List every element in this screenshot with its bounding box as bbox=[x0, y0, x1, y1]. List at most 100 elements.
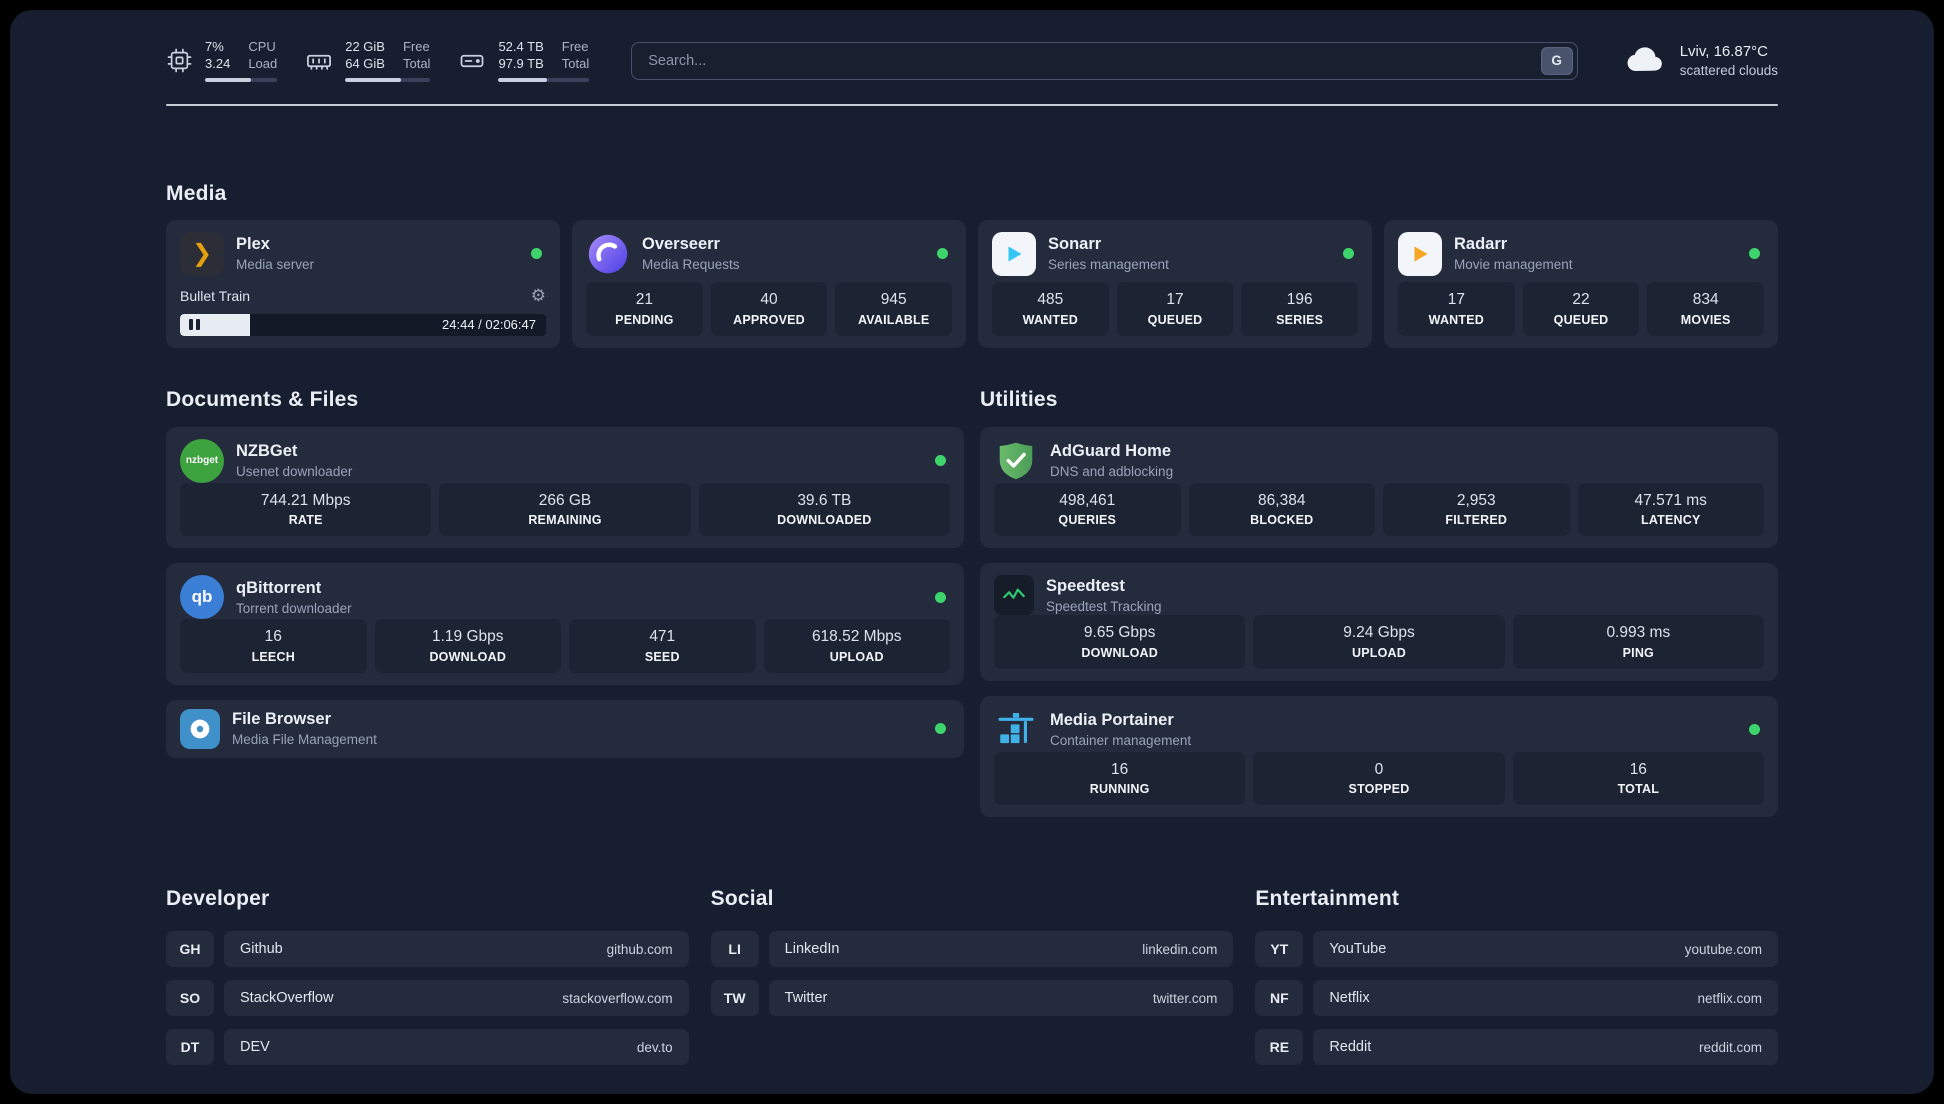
playback-progress-bar[interactable]: 24:44 / 02:06:47 bbox=[180, 313, 546, 336]
bookmark-link[interactable]: Github github.com bbox=[224, 931, 689, 968]
ram-free-label: Free bbox=[402, 39, 430, 54]
app-subtitle: Series management bbox=[1048, 257, 1169, 273]
app-name: Speedtest bbox=[1046, 576, 1125, 595]
card-filebrowser[interactable]: File Browser Media File Management bbox=[166, 699, 964, 758]
status-dot bbox=[1749, 248, 1760, 260]
radarr-icon bbox=[1398, 231, 1442, 276]
card-speedtest[interactable]: Speedtest Speedtest Tracking 9.65 Gbps D… bbox=[980, 563, 1778, 681]
stat-tile: 16 RUNNING bbox=[994, 751, 1246, 806]
app-subtitle: Media Requests bbox=[642, 257, 740, 273]
bookmark-abbr[interactable]: GH bbox=[166, 931, 214, 968]
bookmark-row-twitter: TW Twitter twitter.com bbox=[710, 980, 1234, 1017]
search-input[interactable] bbox=[631, 41, 1578, 80]
stat-tile: 2,953 FILTERED bbox=[1383, 482, 1570, 537]
card-portainer[interactable]: Media Portainer Container management 16 … bbox=[980, 695, 1778, 818]
developer-section-title: Developer bbox=[166, 887, 270, 911]
bookmarks-developer: Developer GH Github github.com SO StackO… bbox=[166, 887, 689, 1066]
app-subtitle: DNS and adblocking bbox=[1050, 464, 1174, 480]
bookmark-link[interactable]: StackOverflow stackoverflow.com bbox=[224, 980, 689, 1017]
bookmark-link[interactable]: YouTube youtube.com bbox=[1313, 931, 1778, 968]
bookmark-link[interactable]: Netflix netflix.com bbox=[1313, 980, 1778, 1017]
card-qbittorrent[interactable]: qb qBittorrent Torrent downloader 16 LEE… bbox=[166, 563, 964, 685]
social-section-title: Social bbox=[710, 887, 774, 911]
documents-section-title: Documents & Files bbox=[166, 387, 359, 411]
stat-tile: 22 QUEUED bbox=[1522, 282, 1640, 336]
bookmark-abbr[interactable]: NF bbox=[1255, 980, 1304, 1017]
bookmark-abbr[interactable]: DT bbox=[166, 1029, 214, 1066]
now-playing-title: Bullet Train bbox=[180, 287, 251, 304]
utilities-section-title: Utilities bbox=[980, 387, 1058, 411]
middle-sections: Documents & Files nzbget NZBGet Usenet d… bbox=[166, 388, 1778, 818]
status-dot bbox=[935, 591, 946, 603]
pause-button[interactable] bbox=[189, 319, 200, 331]
status-dot bbox=[1343, 248, 1354, 260]
dashboard-panel: 7% 3.24 CPU Load 22 GiB 64 GiB Free Tota… bbox=[10, 10, 1934, 1094]
bookmark-abbr[interactable]: SO bbox=[166, 980, 214, 1017]
qbittorrent-icon: qb bbox=[180, 575, 224, 620]
ram-metric-body: 22 GiB 64 GiB Free Total bbox=[345, 39, 431, 82]
app-subtitle: Movie management bbox=[1454, 257, 1573, 273]
card-nzbget[interactable]: nzbget NZBGet Usenet downloader 744.21 M… bbox=[166, 426, 964, 549]
app-name: Sonarr bbox=[1048, 235, 1102, 254]
stat-tile: 1.19 Gbps DOWNLOAD bbox=[374, 619, 561, 673]
stat-tile: 39.6 TB DOWNLOADED bbox=[698, 482, 950, 537]
bookmark-link[interactable]: Twitter twitter.com bbox=[768, 980, 1234, 1017]
ram-total-label: Total bbox=[402, 56, 431, 72]
stat-tile: 86,384 BLOCKED bbox=[1188, 482, 1375, 537]
cpu-label: CPU bbox=[248, 39, 276, 54]
stat-tile: 40 APPROVED bbox=[710, 282, 828, 336]
cpu-icon bbox=[166, 47, 193, 74]
bookmark-row-stackoverflow: SO StackOverflow stackoverflow.com bbox=[166, 980, 689, 1017]
app-name: File Browser bbox=[232, 710, 332, 729]
bookmark-link[interactable]: LinkedIn linkedin.com bbox=[768, 931, 1234, 968]
stat-tile: 9.24 Gbps UPLOAD bbox=[1253, 615, 1505, 669]
utilities-column: Utilities AdGuard Home DNS and adblockin… bbox=[980, 388, 1778, 818]
bookmark-row-reddit: RE Reddit reddit.com bbox=[1255, 1029, 1778, 1066]
bookmarks-sections: Developer GH Github github.com SO StackO… bbox=[166, 887, 1778, 1066]
app-subtitle: Torrent downloader bbox=[236, 600, 352, 616]
overseerr-icon bbox=[586, 232, 630, 276]
app-subtitle: Usenet downloader bbox=[236, 464, 353, 480]
card-overseerr[interactable]: Overseerr Media Requests 21 PENDING 40 A… bbox=[572, 219, 966, 348]
bookmark-abbr[interactable]: TW bbox=[710, 980, 759, 1017]
app-name: NZBGet bbox=[236, 442, 298, 461]
card-adguard[interactable]: AdGuard Home DNS and adblocking 498,461 … bbox=[980, 426, 1778, 549]
stat-tile: 196 SERIES bbox=[1241, 282, 1359, 336]
cpu-metric: 7% 3.24 CPU Load bbox=[166, 39, 278, 82]
status-dot bbox=[531, 248, 542, 260]
app-name: Media Portainer bbox=[1050, 711, 1174, 730]
weather-condition: scattered clouds bbox=[1679, 63, 1778, 79]
player-settings-gear-icon[interactable]: ⚙ bbox=[531, 287, 546, 304]
bookmark-abbr[interactable]: LI bbox=[710, 931, 759, 968]
app-subtitle: Speedtest Tracking bbox=[1046, 598, 1162, 614]
card-plex[interactable]: ❯ Plex Media server Bullet Train ⚙ 24:44… bbox=[166, 219, 560, 348]
weather-widget: Lviv, 16.87°C scattered clouds bbox=[1624, 43, 1778, 78]
stat-tile: 485 WANTED bbox=[992, 282, 1109, 336]
card-radarr[interactable]: Radarr Movie management 17 WANTED 22 QUE… bbox=[1384, 219, 1778, 348]
disk-total-value: 97.9 TB bbox=[498, 56, 544, 72]
app-subtitle: Container management bbox=[1050, 733, 1192, 749]
ram-free-value: 22 GiB bbox=[345, 39, 385, 54]
card-sonarr[interactable]: Sonarr Series management 485 WANTED 17 Q… bbox=[978, 219, 1372, 348]
stat-tile: 16 TOTAL bbox=[1512, 751, 1764, 806]
plex-icon: ❯ bbox=[180, 231, 224, 276]
stat-tile: 266 GB REMAINING bbox=[439, 482, 691, 537]
app-name: Radarr bbox=[1454, 235, 1508, 254]
disk-metric: 52.4 TB 97.9 TB Free Total bbox=[458, 39, 590, 82]
bookmark-abbr[interactable]: YT bbox=[1255, 931, 1304, 968]
bookmark-link[interactable]: Reddit reddit.com bbox=[1313, 1029, 1778, 1066]
weather-location: Lviv, 16.87°C bbox=[1679, 43, 1768, 61]
search-bar: G bbox=[631, 41, 1578, 80]
cpu-load-label: Load bbox=[248, 56, 278, 72]
status-dot bbox=[935, 455, 946, 467]
bookmark-abbr[interactable]: RE bbox=[1255, 1029, 1304, 1066]
adguard-icon bbox=[994, 439, 1038, 483]
search-engine-button[interactable]: G bbox=[1540, 46, 1573, 75]
stat-tile: 0.993 ms PING bbox=[1512, 615, 1764, 669]
disk-free-label: Free bbox=[561, 39, 589, 54]
stat-tile: 16 LEECH bbox=[180, 619, 367, 673]
bookmark-link[interactable]: DEV dev.to bbox=[224, 1029, 689, 1066]
stat-tile: 21 PENDING bbox=[586, 282, 703, 336]
app-subtitle: Media File Management bbox=[232, 732, 377, 748]
disk-free-value: 52.4 TB bbox=[498, 39, 544, 54]
